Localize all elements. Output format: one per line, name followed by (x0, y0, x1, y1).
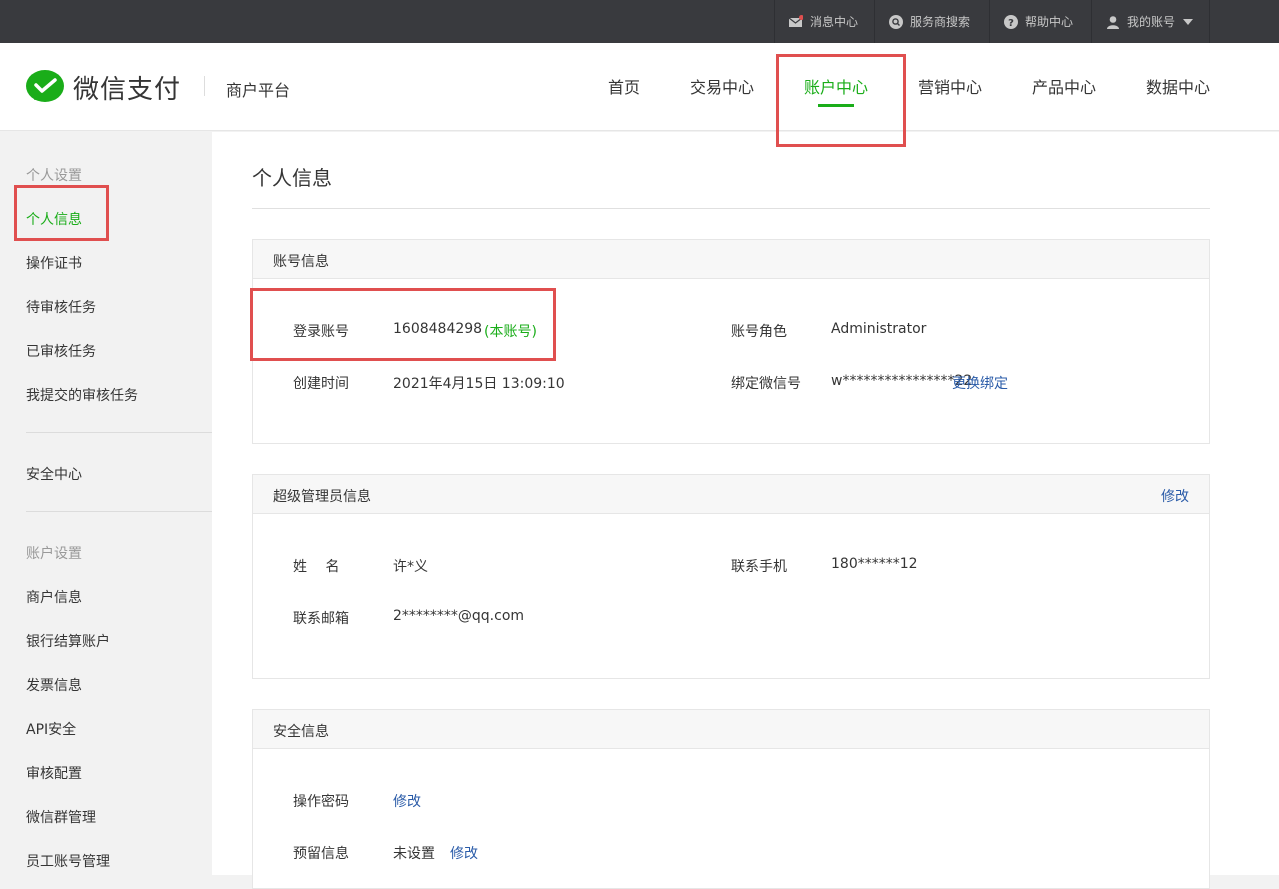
caret-down-icon (1183, 18, 1194, 25)
sidebar-section-personal: 个人设置 (26, 168, 82, 184)
sidebar-item-invoice[interactable]: 发票信息 (26, 675, 82, 695)
sidebar-item-personal-info[interactable]: 个人信息 (26, 209, 82, 229)
nav-account-center[interactable]: 账户中心 (804, 74, 868, 98)
security-info-panel: 安全信息 操作密码 修改 预留信息 未设置 修改 (252, 709, 1210, 889)
header: 微信支付 商户平台 首页 交易中心 账户中心 营销中心 产品中心 数据中心 (0, 43, 1279, 131)
page-title: 个人信息 (252, 166, 332, 190)
account-role-label: 账号角色 (731, 324, 787, 340)
logo-divider (204, 76, 205, 96)
sidebar-item-api-security[interactable]: API安全 (26, 719, 76, 739)
panel-header: 账号信息 (253, 240, 1209, 279)
super-admin-panel: 超级管理员信息 修改 姓 名 许*义 联系手机 180******12 联系邮箱… (252, 474, 1210, 679)
account-info-panel: 账号信息 登录账号 1608484298 (本账号) 账号角色 Administ… (252, 239, 1210, 444)
nav-active-underline (818, 104, 854, 107)
nav-transactions[interactable]: 交易中心 (690, 74, 754, 98)
my-account-label: 我的账号 (1127, 15, 1176, 29)
provider-search-label: 服务商搜索 (910, 15, 971, 29)
created-time-label: 创建时间 (293, 376, 349, 392)
messages-link[interactable]: 消息中心 (774, 0, 874, 43)
super-admin-title: 超级管理员信息 (273, 489, 371, 505)
change-binding-link[interactable]: 更换绑定 (952, 373, 1008, 393)
nav-products[interactable]: 产品中心 (1032, 74, 1096, 98)
sidebar-item-bank-account[interactable]: 银行结算账户 (26, 631, 110, 651)
search-icon (889, 14, 903, 29)
created-time-value: 2021年4月15日 13:09:10 (393, 376, 565, 392)
this-account-tag: (本账号) (484, 324, 537, 340)
operation-password-label: 操作密码 (293, 794, 349, 810)
reserved-info-label: 预留信息 (293, 846, 349, 862)
help-link[interactable]: ? 帮助中心 (989, 0, 1091, 43)
sidebar-divider (26, 432, 212, 433)
account-role-value: Administrator (831, 321, 927, 337)
sidebar-item-certificate[interactable]: 操作证书 (26, 253, 82, 273)
mail-icon (788, 14, 804, 29)
edit-reserved-info-link[interactable]: 修改 (450, 843, 478, 863)
sidebar-divider (26, 511, 212, 512)
logo-text: 微信支付 (73, 75, 182, 105)
wechat-pay-logo-icon (26, 69, 64, 102)
name-value: 许*义 (393, 559, 428, 575)
wechat-pay-logo[interactable]: 微信支付 (26, 69, 181, 106)
messages-label: 消息中心 (810, 15, 859, 29)
nav-data[interactable]: 数据中心 (1146, 74, 1210, 98)
panel-header: 超级管理员信息 修改 (253, 475, 1209, 514)
panel-header: 安全信息 (253, 710, 1209, 749)
platform-label: 商户平台 (226, 81, 291, 100)
phone-label: 联系手机 (731, 559, 787, 575)
nav-marketing[interactable]: 营销中心 (918, 74, 982, 98)
provider-search-link[interactable]: 服务商搜索 (874, 0, 989, 43)
sidebar-item-review-config[interactable]: 审核配置 (26, 763, 82, 783)
sidebar-item-staff-accounts[interactable]: 员工账号管理 (26, 851, 110, 871)
help-icon: ? (1004, 14, 1018, 29)
sidebar-item-security-center[interactable]: 安全中心 (26, 464, 82, 484)
svg-text:?: ? (1008, 18, 1014, 29)
account-info-title: 账号信息 (273, 254, 329, 270)
sidebar: 个人设置 个人信息 操作证书 待审核任务 已审核任务 我提交的审核任务 安全中心… (0, 132, 212, 875)
nav-home[interactable]: 首页 (608, 74, 640, 98)
sidebar-item-reviewed-tasks[interactable]: 已审核任务 (26, 341, 96, 361)
bound-wechat-label: 绑定微信号 (731, 376, 801, 392)
sidebar-section-account: 账户设置 (26, 546, 82, 562)
phone-value: 180******12 (831, 556, 918, 572)
sidebar-item-submitted-tasks[interactable]: 我提交的审核任务 (26, 385, 138, 405)
user-icon (1106, 15, 1120, 29)
sidebar-item-pending-tasks[interactable]: 待审核任务 (26, 297, 96, 317)
email-label: 联系邮箱 (293, 611, 349, 627)
login-account-label: 登录账号 (293, 324, 349, 340)
top-bar: 消息中心 服务商搜索 ? 帮助中心 我的账号 (0, 0, 1279, 43)
sidebar-item-wechat-groups[interactable]: 微信群管理 (26, 807, 96, 827)
reserved-info-value: 未设置 (393, 846, 435, 862)
login-account-value: 1608484298 (393, 321, 483, 337)
edit-password-link[interactable]: 修改 (393, 791, 421, 811)
help-label: 帮助中心 (1025, 15, 1074, 29)
title-divider (252, 208, 1210, 209)
email-value: 2********@qq.com (393, 608, 525, 624)
main-content: 个人信息 账号信息 登录账号 1608484298 (本账号) 账号角色 Adm… (212, 132, 1279, 889)
security-info-title: 安全信息 (273, 724, 329, 740)
sidebar-item-merchant-info[interactable]: 商户信息 (26, 587, 82, 607)
edit-admin-link[interactable]: 修改 (1161, 486, 1189, 506)
name-label: 姓 名 (293, 559, 340, 575)
my-account-menu[interactable]: 我的账号 (1091, 0, 1210, 43)
